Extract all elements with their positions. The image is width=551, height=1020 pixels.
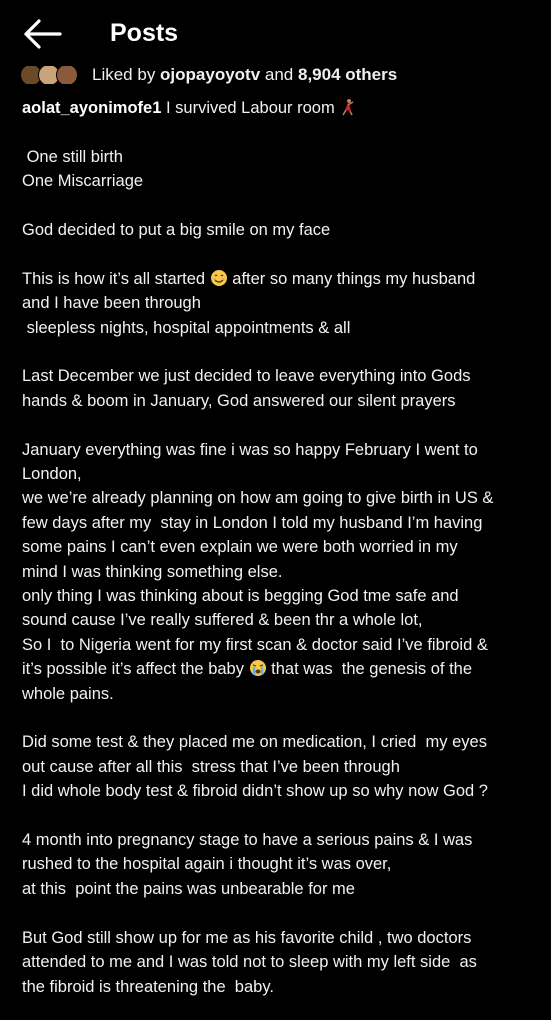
- caption-line: January everything was fine i was so hap…: [22, 440, 478, 459]
- caption-text: after so many things my husband: [227, 269, 476, 288]
- caption-text: it’s possible it’s affect the baby: [22, 660, 249, 679]
- crying-face-emoji-icon: [249, 660, 266, 677]
- caption-line: some pains I can’t even explain we were …: [22, 538, 458, 557]
- caption-line-with-emoji: it’s possible it’s affect the baby that …: [22, 657, 537, 681]
- caption-line: [22, 242, 537, 266]
- caption-line: [22, 194, 537, 218]
- caption-line: [22, 413, 537, 437]
- caption-line: I did whole body test & fibroid didn’t s…: [22, 782, 488, 801]
- caption-line: mind I was thinking something else.: [22, 562, 283, 581]
- caption-line: Did some test & they placed me on medica…: [22, 733, 487, 752]
- caption-line: [22, 120, 537, 144]
- liker-username[interactable]: ojopayoyotv: [160, 65, 260, 84]
- top-app-bar: Posts: [0, 0, 551, 66]
- caption-line: attended to me and I was told not to sle…: [22, 953, 477, 972]
- caption-line: we we’re already planning on how am goin…: [22, 489, 494, 508]
- caption-line: hands & boom in January, God answered ou…: [22, 391, 456, 410]
- caption-line: few days after my stay in London I told …: [22, 513, 483, 532]
- caption-first-line: aolat_ayonimofe1 I survived Labour room: [22, 96, 537, 120]
- liker-avatars: [20, 64, 78, 84]
- caption-line: London,: [22, 465, 82, 484]
- likes-count[interactable]: 8,904: [298, 65, 341, 84]
- caption-line: the fibroid is threatening the baby.: [22, 977, 274, 996]
- caption-text: that was the genesis of the: [266, 660, 473, 679]
- caption-line: God decided to put a big smile on my fac…: [22, 221, 331, 239]
- arrow-left-icon[interactable]: [22, 17, 62, 51]
- caption-line: [22, 804, 537, 828]
- caption-line: out cause after all this stress that I’v…: [22, 757, 400, 776]
- caption-line: whole pains.: [22, 684, 114, 703]
- caption-line: and I have been through: [22, 294, 201, 313]
- post-username[interactable]: aolat_ayonimofe1: [22, 99, 161, 117]
- caption-line: [22, 706, 537, 730]
- caption-text: I survived Labour room: [161, 99, 340, 117]
- smiling-face-emoji-icon: [210, 269, 227, 286]
- dancer-emoji-icon: [342, 99, 354, 116]
- caption-line: rushed to the hospital again i thought i…: [22, 855, 392, 874]
- caption-line: So I to Nigeria went for my first scan &…: [22, 635, 488, 654]
- likes-suffix[interactable]: others: [341, 65, 397, 84]
- caption-line: at this point the pains was unbearable f…: [22, 879, 355, 898]
- caption-line: Last December we just decided to leave e…: [22, 367, 471, 386]
- avatar: [56, 64, 78, 84]
- caption-line: sound cause I’ve really suffered & been …: [22, 611, 423, 630]
- caption-line-with-emoji: This is how it’s all started after so ma…: [22, 267, 537, 291]
- post-caption: aolat_ayonimofe1 I survived Labour room …: [22, 96, 537, 999]
- page-title: Posts: [110, 19, 179, 47]
- likes-prefix: Liked by: [92, 65, 161, 84]
- caption-line: One still birth: [22, 147, 123, 166]
- caption-line: [22, 901, 537, 925]
- caption-line: But God still show up for me as his favo…: [22, 928, 472, 947]
- caption-line: only thing I was thinking about is beggi…: [22, 587, 459, 606]
- caption-text: This is how it’s all started: [22, 269, 210, 288]
- caption-line: [22, 340, 537, 364]
- caption-line: One Miscarriage: [22, 172, 144, 191]
- likes-middle: and: [260, 65, 298, 84]
- caption-line: 4 month into pregnancy stage to have a s…: [22, 831, 473, 850]
- caption-line: sleepless nights, hospital appointments …: [22, 318, 351, 337]
- likes-summary: Liked by ojopayoyotv and 8,904 others: [92, 65, 397, 84]
